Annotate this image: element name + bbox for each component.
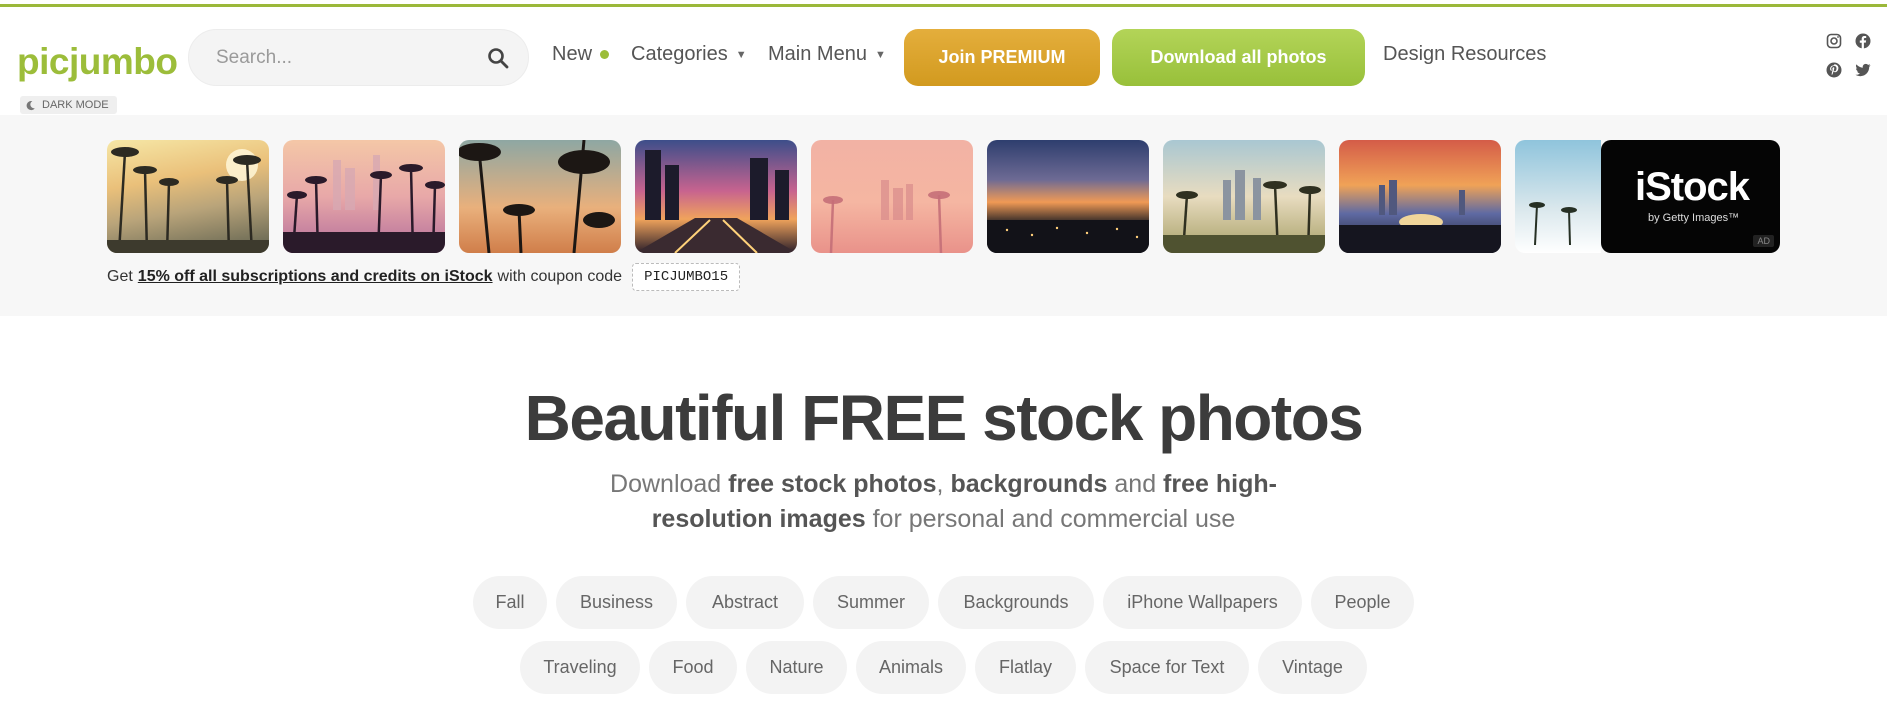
hero-title: Beautiful FREE stock photos xyxy=(524,382,1364,454)
category-tag[interactable]: Animals xyxy=(856,641,966,694)
hero-sub-bold: backgrounds xyxy=(950,470,1108,498)
nav-design-resources[interactable]: Design Resources xyxy=(1383,43,1546,66)
ad-badge: AD xyxy=(1753,235,1774,247)
moon-icon xyxy=(26,100,35,110)
site-logo[interactable]: picjumbo xyxy=(17,41,178,83)
caret-down-icon: ▼ xyxy=(735,48,747,61)
palm-trees-image xyxy=(459,140,615,253)
ad-thumbnail[interactable] xyxy=(987,140,1149,253)
nav-main-menu-label: Main Menu xyxy=(768,43,867,65)
category-tag[interactable]: Vintage xyxy=(1258,641,1367,694)
city-at-dusk-image xyxy=(987,220,1149,253)
nav-main-menu[interactable]: Main Menu ▼ xyxy=(768,43,886,66)
coupon-code[interactable]: PICJUMBO15 xyxy=(632,263,741,291)
ad-thumbnail[interactable] xyxy=(283,140,445,253)
category-tags-row-1: Fall Business Abstract Summer Background… xyxy=(0,576,1887,629)
caret-down-icon: ▼ xyxy=(874,48,886,61)
hero-sub-part: and xyxy=(1107,470,1164,498)
category-tag[interactable]: Traveling xyxy=(520,641,640,694)
twitter-icon[interactable] xyxy=(1855,62,1871,78)
ad-thumbnail[interactable] xyxy=(811,140,973,253)
coupon-middle: with coupon code xyxy=(497,268,623,285)
dark-mode-label: DARK MODE xyxy=(42,99,109,111)
hero-sub-bold: free stock photos xyxy=(728,470,937,498)
palm-trees-image xyxy=(107,147,269,253)
coupon-prefix: Get xyxy=(107,268,133,285)
palm-trees-image xyxy=(283,155,445,253)
city-palms-image xyxy=(1163,170,1325,253)
dark-mode-toggle[interactable]: DARK MODE xyxy=(20,96,117,114)
city-skyline-image xyxy=(635,150,797,253)
istock-tagline: by Getty Images™ xyxy=(1648,212,1740,224)
hero-sub-part: , xyxy=(936,470,951,498)
category-tags-row-2: Traveling Food Nature Animals Flatlay Sp… xyxy=(0,641,1887,694)
beach-palms-image xyxy=(1529,202,1577,246)
ad-thumbnail[interactable] xyxy=(1163,140,1325,253)
join-premium-button[interactable]: Join PREMIUM xyxy=(904,29,1100,86)
category-tag[interactable]: Summer xyxy=(813,576,929,629)
pinterest-icon[interactable] xyxy=(1826,62,1842,78)
nav-new[interactable]: New xyxy=(552,43,610,66)
category-tag[interactable]: iPhone Wallpapers xyxy=(1103,576,1302,629)
hero-subtitle: Download free stock photos, backgrounds … xyxy=(580,467,1307,537)
search-icon[interactable] xyxy=(486,46,510,70)
search-box xyxy=(188,29,529,86)
category-tag[interactable]: Nature xyxy=(746,641,847,694)
new-indicator-dot xyxy=(600,50,610,60)
istock-logo-tile[interactable]: iStock by Getty Images™ AD xyxy=(1601,140,1780,253)
coupon-link[interactable]: 15% off all subscriptions and credits on… xyxy=(138,268,493,286)
category-tag[interactable]: People xyxy=(1311,576,1414,629)
nav-categories[interactable]: Categories ▼ xyxy=(631,43,747,66)
site-header: picjumbo New Categories ▼ Main Menu ▼ Join… xyxy=(0,7,1887,115)
category-tag[interactable]: Abstract xyxy=(686,576,804,629)
category-tag[interactable]: Space for Text xyxy=(1085,641,1249,694)
observatory-image xyxy=(1339,180,1501,253)
ad-thumbnail[interactable] xyxy=(459,140,621,253)
hazy-city-image xyxy=(823,180,950,253)
category-tag[interactable]: Backgrounds xyxy=(938,576,1094,629)
category-tag[interactable]: Fall xyxy=(473,576,547,629)
category-tag[interactable]: Food xyxy=(649,641,737,694)
instagram-icon[interactable] xyxy=(1826,33,1842,49)
category-tag[interactable]: Business xyxy=(556,576,677,629)
istock-logo: iStock xyxy=(1635,165,1750,209)
category-tag[interactable]: Flatlay xyxy=(975,641,1076,694)
ad-thumbnail[interactable] xyxy=(1339,140,1501,253)
hero-sub-part: Download xyxy=(610,470,729,498)
nav-categories-label: Categories xyxy=(631,43,728,65)
ad-thumbnail[interactable] xyxy=(1515,140,1601,253)
istock-ad-banner: iStock by Getty Images™ AD Get 15% off a… xyxy=(0,115,1887,316)
coupon-line: Get 15% off all subscriptions and credit… xyxy=(107,263,741,291)
hero-sub-part: for personal and commercial use xyxy=(865,505,1236,533)
search-input[interactable] xyxy=(216,30,476,85)
facebook-icon[interactable] xyxy=(1855,33,1871,49)
download-all-photos-button[interactable]: Download all photos xyxy=(1112,29,1365,86)
ad-thumbnail[interactable] xyxy=(635,140,797,253)
ad-thumbnail[interactable] xyxy=(107,140,269,253)
nav-new-label: New xyxy=(552,43,593,65)
